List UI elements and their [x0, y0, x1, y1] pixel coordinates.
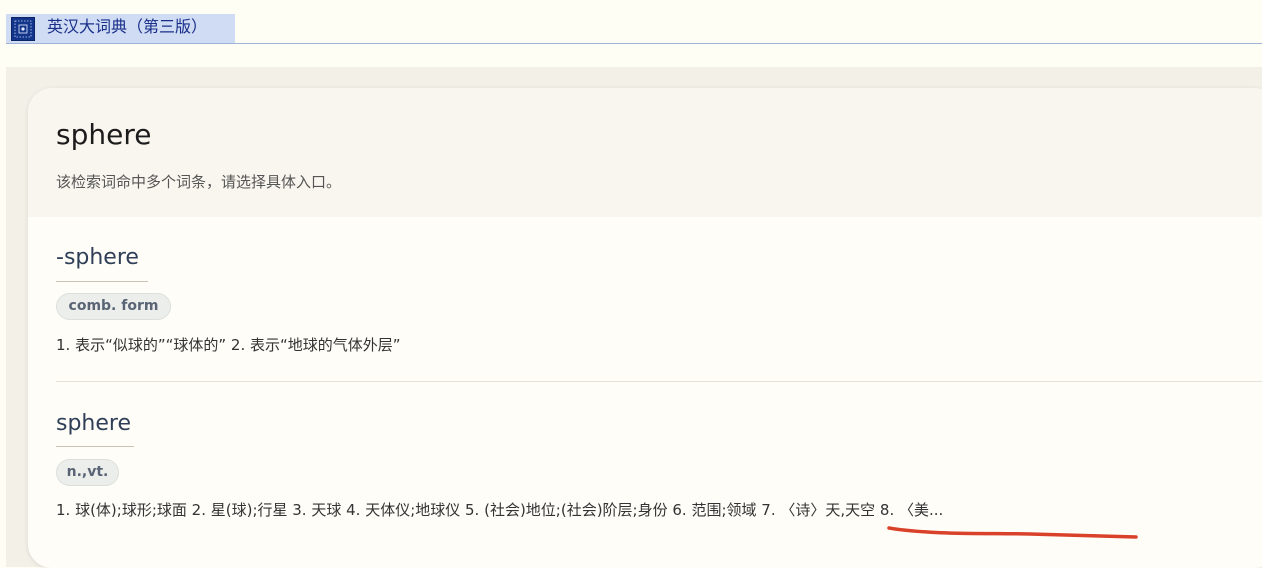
part-of-speech-badge: comb. form: [56, 293, 171, 320]
title-bar-divider: [6, 43, 1262, 44]
entry-title-underline: [56, 281, 148, 282]
window-title: 英汉大词典（第三版）: [47, 17, 208, 36]
dictionary-icon: [11, 17, 35, 41]
card-header: [28, 88, 1262, 217]
entry-link-noun-verb[interactable]: sphere: [56, 409, 131, 439]
part-of-speech-badge: n.,vt.: [56, 459, 119, 486]
entry-title-underline: [56, 446, 134, 447]
entry-definition: 1. 球(体);球形;球面 2. 星(球);行星 3. 天球 4. 天体仪;地球…: [56, 501, 944, 519]
entry-separator: [56, 381, 1262, 382]
entry-link-comb-form[interactable]: -sphere: [56, 243, 139, 273]
entry-definition: 1. 表示“似球的”“球体的” 2. 表示“地球的气体外层”: [56, 336, 401, 354]
result-card: sphere 该检索词命中多个词条，请选择具体入口。 -sphere comb.…: [28, 88, 1262, 568]
search-headword: sphere: [56, 118, 152, 151]
multiple-entries-hint: 该检索词命中多个词条，请选择具体入口。: [56, 173, 342, 191]
